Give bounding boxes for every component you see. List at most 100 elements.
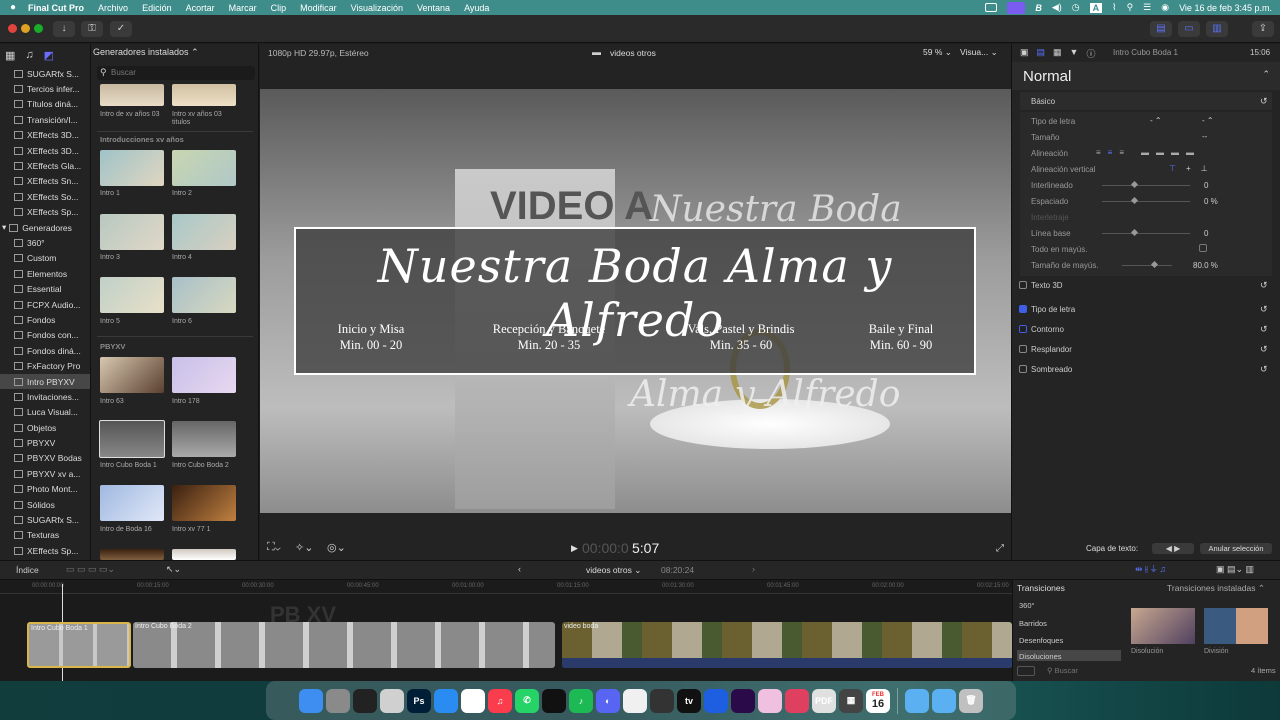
text-3d-checkbox[interactable] [1019,281,1027,289]
reset-icon[interactable]: ↺ [1260,304,1268,315]
thumbnail-intro-178[interactable] [172,357,236,393]
thumbnail-partial[interactable] [100,549,164,560]
launchpad-icon[interactable] [326,688,350,713]
capcut-icon[interactable] [542,688,566,713]
clip-appearance-icon[interactable]: ▣ ▤⌄ ▥ [1216,564,1254,575]
thumbnail-intro-xv-03-titulos[interactable] [172,84,236,106]
thumbnail-intro-6[interactable] [172,277,236,313]
clock-datetime[interactable]: Vie 16 de feb 3:45 p.m. [1179,3,1272,13]
preset-selector[interactable]: Normal ⌃ [1012,62,1280,90]
final-cut-icon[interactable] [353,688,377,713]
menu-edicion[interactable]: Edición [142,3,172,13]
fullscreen-icon[interactable]: ⤢ [996,543,1004,554]
library-item[interactable]: Objetos [0,420,90,435]
baseline-value[interactable]: 0 [1204,229,1208,238]
inspector-view-icon[interactable]: ▥ [1206,21,1228,37]
deselect-button[interactable]: Anular selección [1200,543,1272,554]
thumbnail-intro-3[interactable] [100,214,164,250]
installed-transitions-dropdown[interactable]: Transiciones instaladas ⌃ [1167,583,1265,594]
browser-header[interactable]: Generadores instalados ⌃ [93,47,199,58]
text-inspector-icon[interactable]: ▤ [1037,47,1046,60]
justify-full-icon[interactable]: ▬ [1186,148,1194,157]
timeline-ruler[interactable]: 00:00:00:00 00:00:15:00 00:00:30:00 00:00:4… [0,580,1012,594]
whatsapp-icon[interactable]: ✆ [515,688,539,713]
safari-icon[interactable] [434,688,458,713]
library-item[interactable]: Fondos diná... [0,343,90,358]
library-item[interactable]: Texturas [0,528,90,543]
robinhoodie-icon[interactable] [623,688,647,713]
edit-tools-icon[interactable]: ▭ ▭ ▭ ▭⌄ [66,564,115,575]
appletv-icon[interactable]: tv [677,688,701,713]
transition-disolucion-thumb[interactable] [1131,608,1195,644]
import-icon[interactable]: ↓ [53,21,75,37]
enhance-icon[interactable]: ✧⌄ [295,541,313,554]
library-item[interactable]: Essential [0,281,90,296]
caps-size-value[interactable]: 80.0 % [1193,261,1218,270]
finder-icon[interactable] [299,688,323,713]
caps-size-slider[interactable] [1122,265,1172,266]
menu-modificar[interactable]: Modificar [300,3,337,13]
music-icon[interactable]: ♫ [488,688,512,713]
library-item[interactable]: Elementos [0,266,90,281]
zoom-dropdown[interactable]: 59 % ⌄ [923,47,952,58]
timeline-project-name[interactable]: videos otros ⌄ [586,565,641,576]
thumbnail-intro-de-boda-16[interactable] [100,485,164,521]
library-item[interactable]: Luca Visual... [0,405,90,420]
viewer-canvas[interactable]: VIDEO A Nuestra Boda Alma y Alfredo Nues… [260,89,1011,513]
category-360[interactable]: 360° [1019,601,1035,610]
siri-icon[interactable]: ◉ [1161,2,1169,13]
skimming-icons[interactable]: ⇹ ⫲ ⏚ ♫ [1135,564,1166,575]
imovie-icon[interactable] [380,688,404,713]
screen-record-icon[interactable] [985,3,998,12]
reset-icon[interactable]: ↺ [1260,280,1268,291]
library-item[interactable]: Invitaciones... [0,389,90,404]
library-item[interactable]: Sólidos [0,497,90,512]
zoom-window-button[interactable] [34,24,43,33]
text-layer-stepper[interactable]: ◀ ▶ [1152,543,1194,554]
filter-icon[interactable]: ▼ [1070,47,1079,60]
pdf-icon[interactable]: PDF [812,688,836,713]
titles-generators-icon[interactable]: ◩ [44,49,54,62]
font-dropdown[interactable]: - ⌃ [1150,116,1162,125]
align-center-icon[interactable]: ≡ [1108,148,1113,157]
library-item[interactable]: XEffects Sp... [0,543,90,558]
timecode-display[interactable]: 5:07 [632,540,659,556]
discord-icon[interactable]: ◐ [596,688,620,713]
library-item[interactable]: FxFactory Pro [0,358,90,373]
library-item[interactable]: Fondos [0,312,90,327]
thumbnail-intro-1[interactable] [100,150,164,186]
timeline[interactable]: 00:00:00:00 00:00:15:00 00:00:30:00 00:00:4… [0,580,1012,681]
premiere-icon[interactable] [731,688,755,713]
transitions-search[interactable]: ⚲ Buscar [1047,666,1078,675]
sidebar-toggle-icon[interactable] [1017,666,1035,676]
background-tasks-icon[interactable]: ✓ [110,21,132,37]
menu-marcar[interactable]: Marcar [229,3,257,13]
menu-acortar[interactable]: Acortar [186,3,215,13]
library-item[interactable]: SUGARfx S... [0,66,90,81]
reset-icon[interactable]: ↺ [1260,96,1268,107]
input-source-icon[interactable]: A [1089,2,1103,13]
category-disoluciones[interactable]: Disoluciones [1019,652,1062,661]
menu-ayuda[interactable]: Ayuda [464,3,489,13]
reset-icon[interactable]: ↺ [1260,364,1268,375]
baseline-slider[interactable] [1102,233,1190,234]
wifi-off-icon[interactable]: ⌇ [1112,2,1116,13]
line-spacing-slider[interactable] [1102,185,1190,186]
glow-checkbox[interactable] [1019,345,1027,353]
thumbnail-partial[interactable] [172,549,236,560]
trash-icon[interactable]: 🗑 [959,688,983,713]
close-window-button[interactable] [8,24,17,33]
basic-section-header[interactable]: Básico [1031,97,1055,106]
menu-visualizacion[interactable]: Visualización [351,3,403,13]
apple-icon[interactable]: ● [10,2,16,13]
reset-icon[interactable]: ↺ [1260,344,1268,355]
library-item[interactable]: PBYXV [0,435,90,450]
library-item[interactable]: XEffects Gla... [0,158,90,173]
spotify-icon[interactable]: ♪ [569,688,593,713]
controls-icon[interactable] [1007,1,1026,14]
bluetooth-icon[interactable] [704,688,728,713]
library-item[interactable]: Custom [0,251,90,266]
thumbnail-intro-4[interactable] [172,214,236,250]
downloads-icon[interactable] [932,688,956,713]
app-name-menu[interactable]: Final Cut Pro [28,3,84,13]
